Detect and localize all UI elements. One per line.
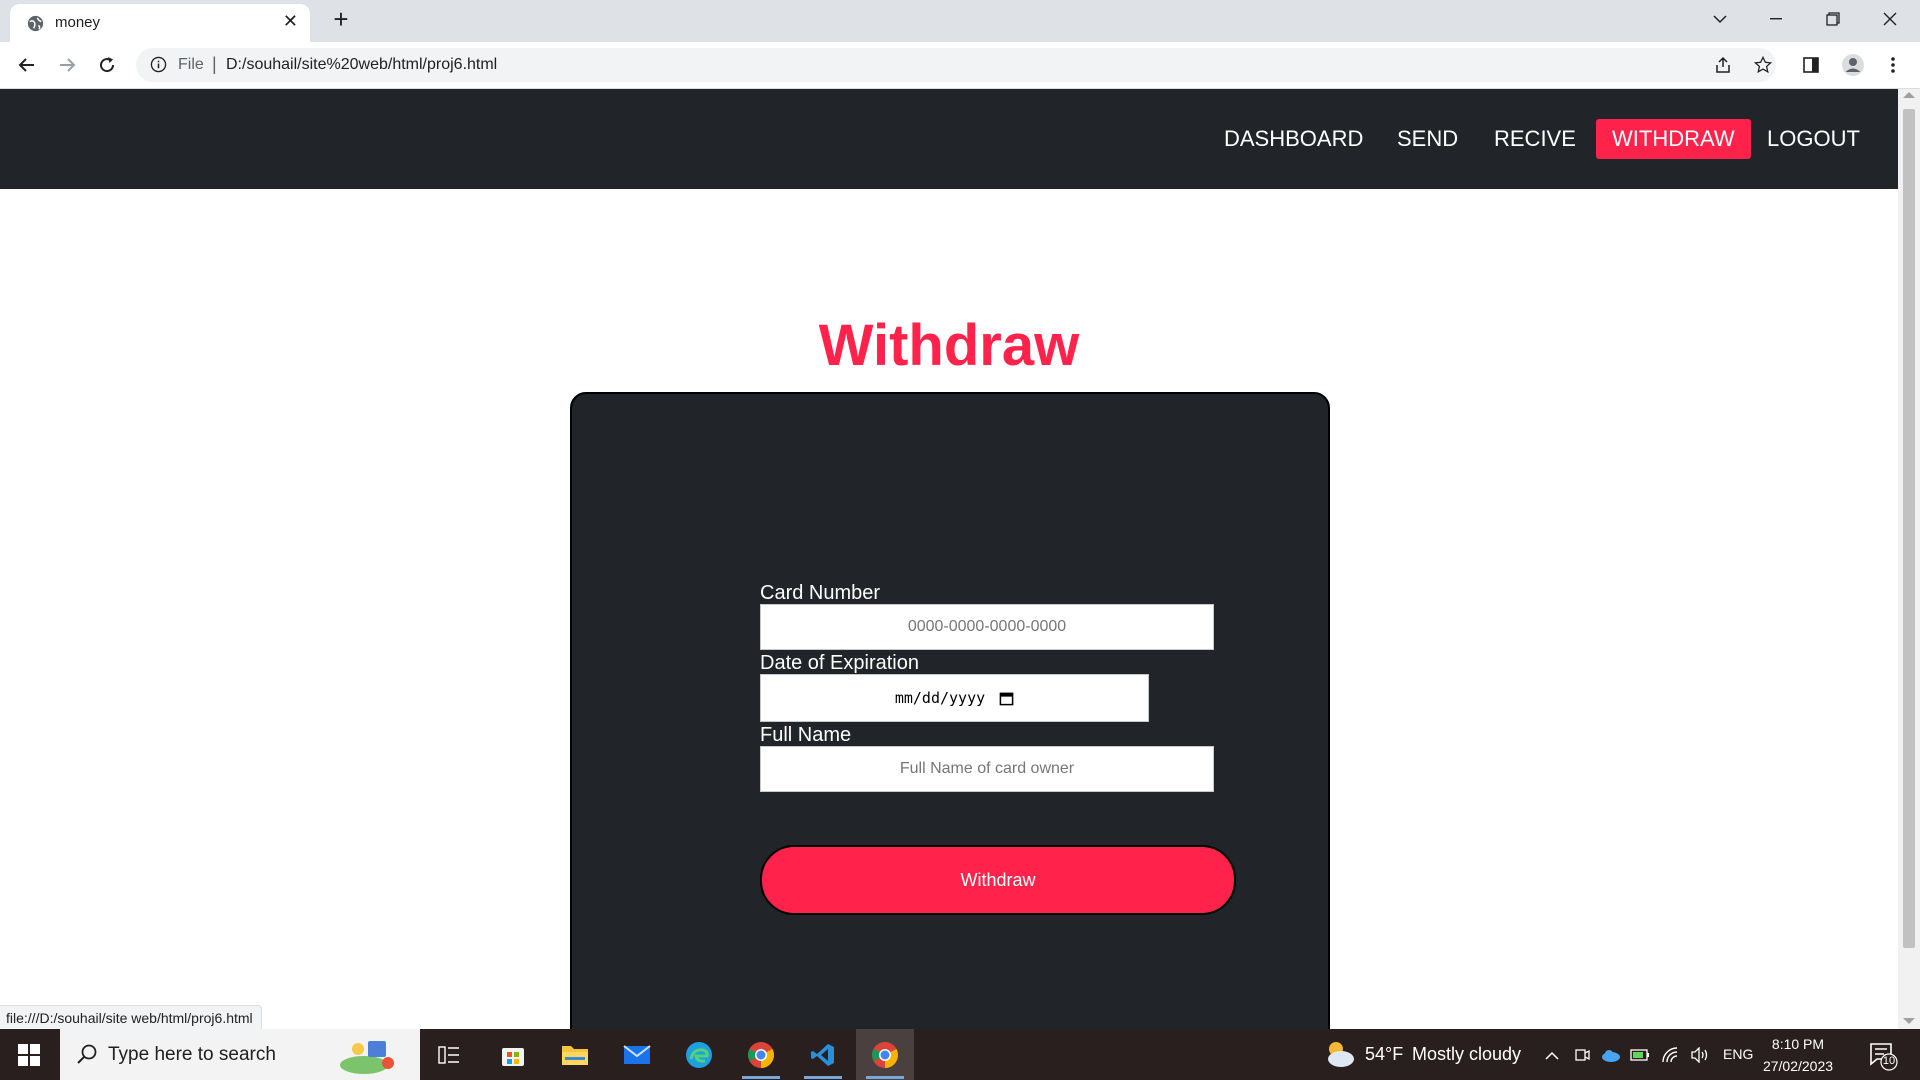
forward-button[interactable] [52,50,82,80]
volume-icon[interactable] [1690,1045,1710,1065]
profile-avatar-icon[interactable] [1838,50,1868,80]
bookmark-star-icon[interactable] [1748,50,1778,80]
url-separator: | [212,54,217,74]
task-view-icon[interactable] [420,1029,478,1080]
full-name-input[interactable]: Full Name of card owner [760,746,1214,792]
search-highlight-icon[interactable] [338,1035,402,1080]
close-icon[interactable]: ✕ [283,11,298,32]
info-icon[interactable] [150,56,167,78]
menu-kebab-icon[interactable] [1878,50,1908,80]
vscode-icon[interactable] [794,1029,852,1080]
expiration-label: Date of Expiration [760,652,919,674]
share-icon[interactable] [1708,50,1738,80]
browser-toolbar: File | D:/souhail/site%20web/html/proj6.… [0,42,1920,89]
scroll-up-arrow-icon[interactable] [1903,92,1915,98]
weather-cloud-icon[interactable] [1322,1039,1356,1074]
chrome-icon[interactable] [732,1029,790,1080]
tab-title: money [55,14,101,31]
site-navbar: DASHBOARD SEND RECIVE WITHDRAW LOGOUT [0,89,1898,189]
nav-link-logout[interactable]: LOGOUT [1751,119,1876,159]
address-bar[interactable]: File | D:/souhail/site%20web/html/proj6.… [136,48,1776,82]
search-placeholder: Type here to search [108,1044,276,1065]
expiration-placeholder: mm/dd/yyyy [894,689,986,707]
withdraw-submit-button[interactable]: Withdraw [760,845,1236,915]
url-text[interactable]: D:/souhail/site%20web/html/proj6.html [226,56,497,74]
file-explorer-icon[interactable] [546,1029,604,1080]
tab-search-button[interactable] [1692,0,1748,38]
card-number-placeholder: 0000-0000-0000-0000 [907,618,1067,635]
notification-count-badge: 10 [1882,1055,1896,1067]
weather-temperature[interactable]: 54°F [1365,1044,1403,1065]
clock-date: 27/02/2023 [1762,1058,1834,1074]
chevron-up-icon[interactable] [1542,1045,1562,1065]
weather-condition[interactable]: Mostly cloudy [1412,1044,1521,1065]
windows-taskbar: Type here to search 54°F Mostly cloudy E… [0,1029,1920,1080]
mail-icon[interactable] [608,1029,666,1080]
taskbar-clock[interactable]: 8:10 PM 27/02/2023 [1758,1033,1838,1077]
withdraw-form-card: Card Number 0000-0000-0000-0000 Date of … [570,392,1330,1029]
clock-time: 8:10 PM [1771,1036,1825,1052]
taskbar-search-box[interactable]: Type here to search [60,1029,420,1080]
reload-button[interactable] [92,50,122,80]
link-status-bubble: file:///D:/souhail/site web/html/proj6.h… [0,1005,262,1030]
globe-icon [26,14,45,33]
new-tab-button[interactable]: + [328,4,354,35]
meet-now-icon[interactable] [1572,1045,1592,1065]
minimize-button[interactable] [1748,0,1804,38]
onedrive-cloud-icon[interactable] [1601,1045,1621,1065]
card-number-input[interactable]: 0000-0000-0000-0000 [760,604,1214,650]
wifi-icon[interactable] [1660,1045,1680,1065]
expiration-date-input[interactable]: mm/dd/yyyy [760,674,1149,722]
nav-link-send[interactable]: SEND [1381,119,1474,159]
full-name-placeholder: Full Name of card owner [899,760,1075,777]
notification-center-icon[interactable]: 10 [1868,1041,1898,1076]
page-viewport: DASHBOARD SEND RECIVE WITHDRAW LOGOUT Wi… [0,89,1898,1029]
scroll-thumb[interactable] [1903,109,1915,948]
page-scrollbar[interactable] [1898,89,1920,1029]
restore-button[interactable] [1805,0,1861,38]
windows-start-icon[interactable] [0,1029,58,1080]
back-button[interactable] [12,50,42,80]
calendar-icon[interactable] [999,691,1014,706]
card-number-label: Card Number [760,582,881,604]
language-indicator[interactable]: ENG [1723,1046,1753,1062]
battery-icon[interactable] [1630,1045,1650,1065]
nav-link-withdraw[interactable]: WITHDRAW [1596,119,1751,159]
side-panel-icon[interactable] [1796,50,1826,80]
chrome-active-icon[interactable] [856,1029,914,1080]
close-window-button[interactable] [1862,0,1918,38]
url-scheme-label: File [178,56,204,73]
microsoft-store-icon[interactable] [484,1029,542,1080]
browser-tab-strip: money ✕ + [0,0,1920,42]
browser-tab[interactable]: money ✕ [10,4,310,42]
page-title: Withdraw [818,313,1080,378]
search-icon [76,1043,98,1070]
edge-icon[interactable] [670,1029,728,1080]
nav-link-recive[interactable]: RECIVE [1478,119,1592,159]
scroll-down-arrow-icon[interactable] [1903,1018,1915,1024]
full-name-label: Full Name [760,724,852,746]
nav-link-dashboard[interactable]: DASHBOARD [1208,119,1379,159]
